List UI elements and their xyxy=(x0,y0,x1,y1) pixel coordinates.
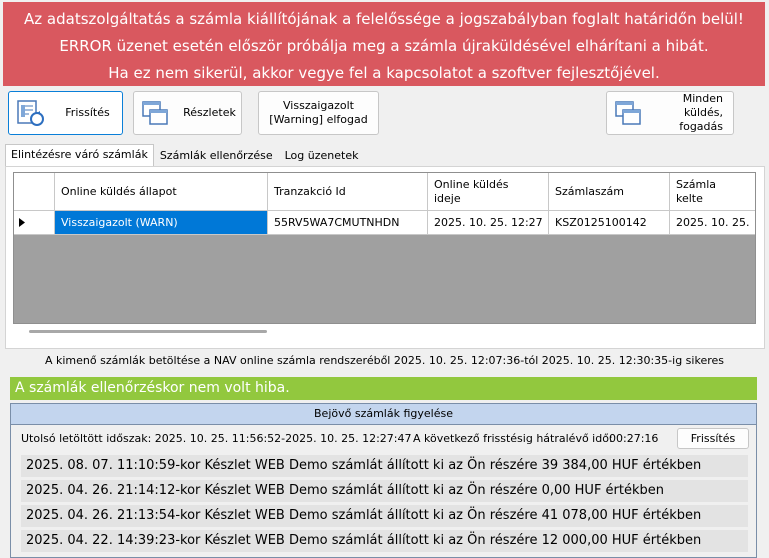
next-refresh-label: A következő frisstésig hátralévő idő: xyxy=(413,432,613,445)
invoice-grid: Online küldés állapot Tranzakció Id Onli… xyxy=(13,172,756,324)
last-period-text: Utolsó letöltött időszak: 2025. 10. 25. … xyxy=(21,432,412,445)
check-result-bar: A számlák ellenőrzéskor nem volt hiba. xyxy=(10,377,757,400)
warning-banner: Az adatszolgáltatás a számla kiállítóján… xyxy=(3,2,765,86)
refresh-button[interactable]: Frissítés xyxy=(8,91,123,135)
cell-invoice-date[interactable]: 2025. 10. 25. xyxy=(670,211,755,235)
next-refresh-countdown: 00:27:16 xyxy=(609,432,659,445)
list-item[interactable]: 2025. 08. 07. 11:10:59-kor Készlet WEB D… xyxy=(21,455,748,477)
cell-status[interactable]: Visszaigazolt (WARN) xyxy=(55,211,268,235)
tab-log-messages[interactable]: Log üzenetek xyxy=(279,145,365,167)
incoming-panel-title: Bejövő számlák figyelése xyxy=(11,404,756,425)
details-button-label: Részletek xyxy=(183,106,236,119)
tab-invoice-check[interactable]: Számlák ellenőrzése xyxy=(154,145,279,167)
list-item[interactable]: 2025. 04. 26. 21:14:12-kor Készlet WEB D… xyxy=(21,480,748,502)
incoming-refresh-label: Frissítés xyxy=(690,432,736,445)
refresh-button-label: Frissítés xyxy=(65,106,110,119)
all-send-label-line1: Minden küldés, xyxy=(682,92,723,119)
horizontal-scrollbar[interactable] xyxy=(29,330,267,333)
all-send-receive-label: Minden küldés, fogadás xyxy=(645,92,733,134)
banner-line-3: Ha ez nem sikerül, akkor vegye fel a kap… xyxy=(108,64,660,82)
list-item[interactable]: 2025. 04. 22. 14:39:23-kor Készlet WEB D… xyxy=(21,530,748,552)
accept-warning-label-line1: Visszaigazolt xyxy=(283,99,354,112)
cell-invoice-number[interactable]: KSZ0125100142 xyxy=(549,211,670,235)
row-header-corner xyxy=(14,173,55,211)
column-header-sent-time[interactable]: Online küldés ideje xyxy=(428,173,549,211)
windows-icon xyxy=(142,101,168,125)
row-pointer-icon xyxy=(14,211,55,235)
incoming-refresh-button[interactable]: Frissítés xyxy=(677,428,749,449)
cell-transaction-id[interactable]: 55RV5WA7CMUTNHDN xyxy=(268,211,428,235)
refresh-document-icon xyxy=(17,100,44,126)
banner-line-1: Az adatszolgáltatás a számla kiállítóján… xyxy=(24,10,744,28)
column-header-transaction-id[interactable]: Tranzakció Id xyxy=(268,173,428,211)
incoming-invoices-panel: Bejövő számlák figyelése Utolsó letöltöt… xyxy=(10,403,757,558)
column-header-invoice-number[interactable]: Számlaszám xyxy=(549,173,670,211)
column-header-status[interactable]: Online küldés állapot xyxy=(55,173,268,211)
accept-warning-button[interactable]: Visszaigazolt [Warning] elfogad xyxy=(258,91,379,135)
banner-line-2: ERROR üzenet esetén először próbálja meg… xyxy=(59,37,709,55)
column-header-invoice-date[interactable]: Számla kelte xyxy=(670,173,755,211)
accept-warning-label-line2: [Warning] elfogad xyxy=(269,113,368,126)
incoming-invoice-list: 2025. 08. 07. 11:10:59-kor Készlet WEB D… xyxy=(21,455,748,555)
load-status-text: A kimenő számlák betöltése a NAV online … xyxy=(44,354,724,367)
windows-icon xyxy=(615,101,641,125)
all-send-receive-button[interactable]: Minden küldés, fogadás xyxy=(606,91,734,135)
list-item[interactable]: 2025. 04. 26. 21:13:54-kor Készlet WEB D… xyxy=(21,505,748,527)
table-row[interactable]: Visszaigazolt (WARN) 55RV5WA7CMUTNHDN 20… xyxy=(14,211,755,235)
cell-sent-time[interactable]: 2025. 10. 25. 12:27 xyxy=(428,211,549,235)
details-button[interactable]: Részletek xyxy=(133,91,242,135)
all-send-label-line2: fogadás xyxy=(679,120,723,133)
tab-pending-invoices[interactable]: Elintézésre váró számlák xyxy=(5,144,154,168)
accept-warning-button-label: Visszaigazolt [Warning] elfogad xyxy=(259,99,378,127)
grid-header: Online küldés állapot Tranzakció Id Onli… xyxy=(14,173,755,211)
tab-strip: Elintézésre váró számlák Számlák ellenőr… xyxy=(5,144,365,168)
